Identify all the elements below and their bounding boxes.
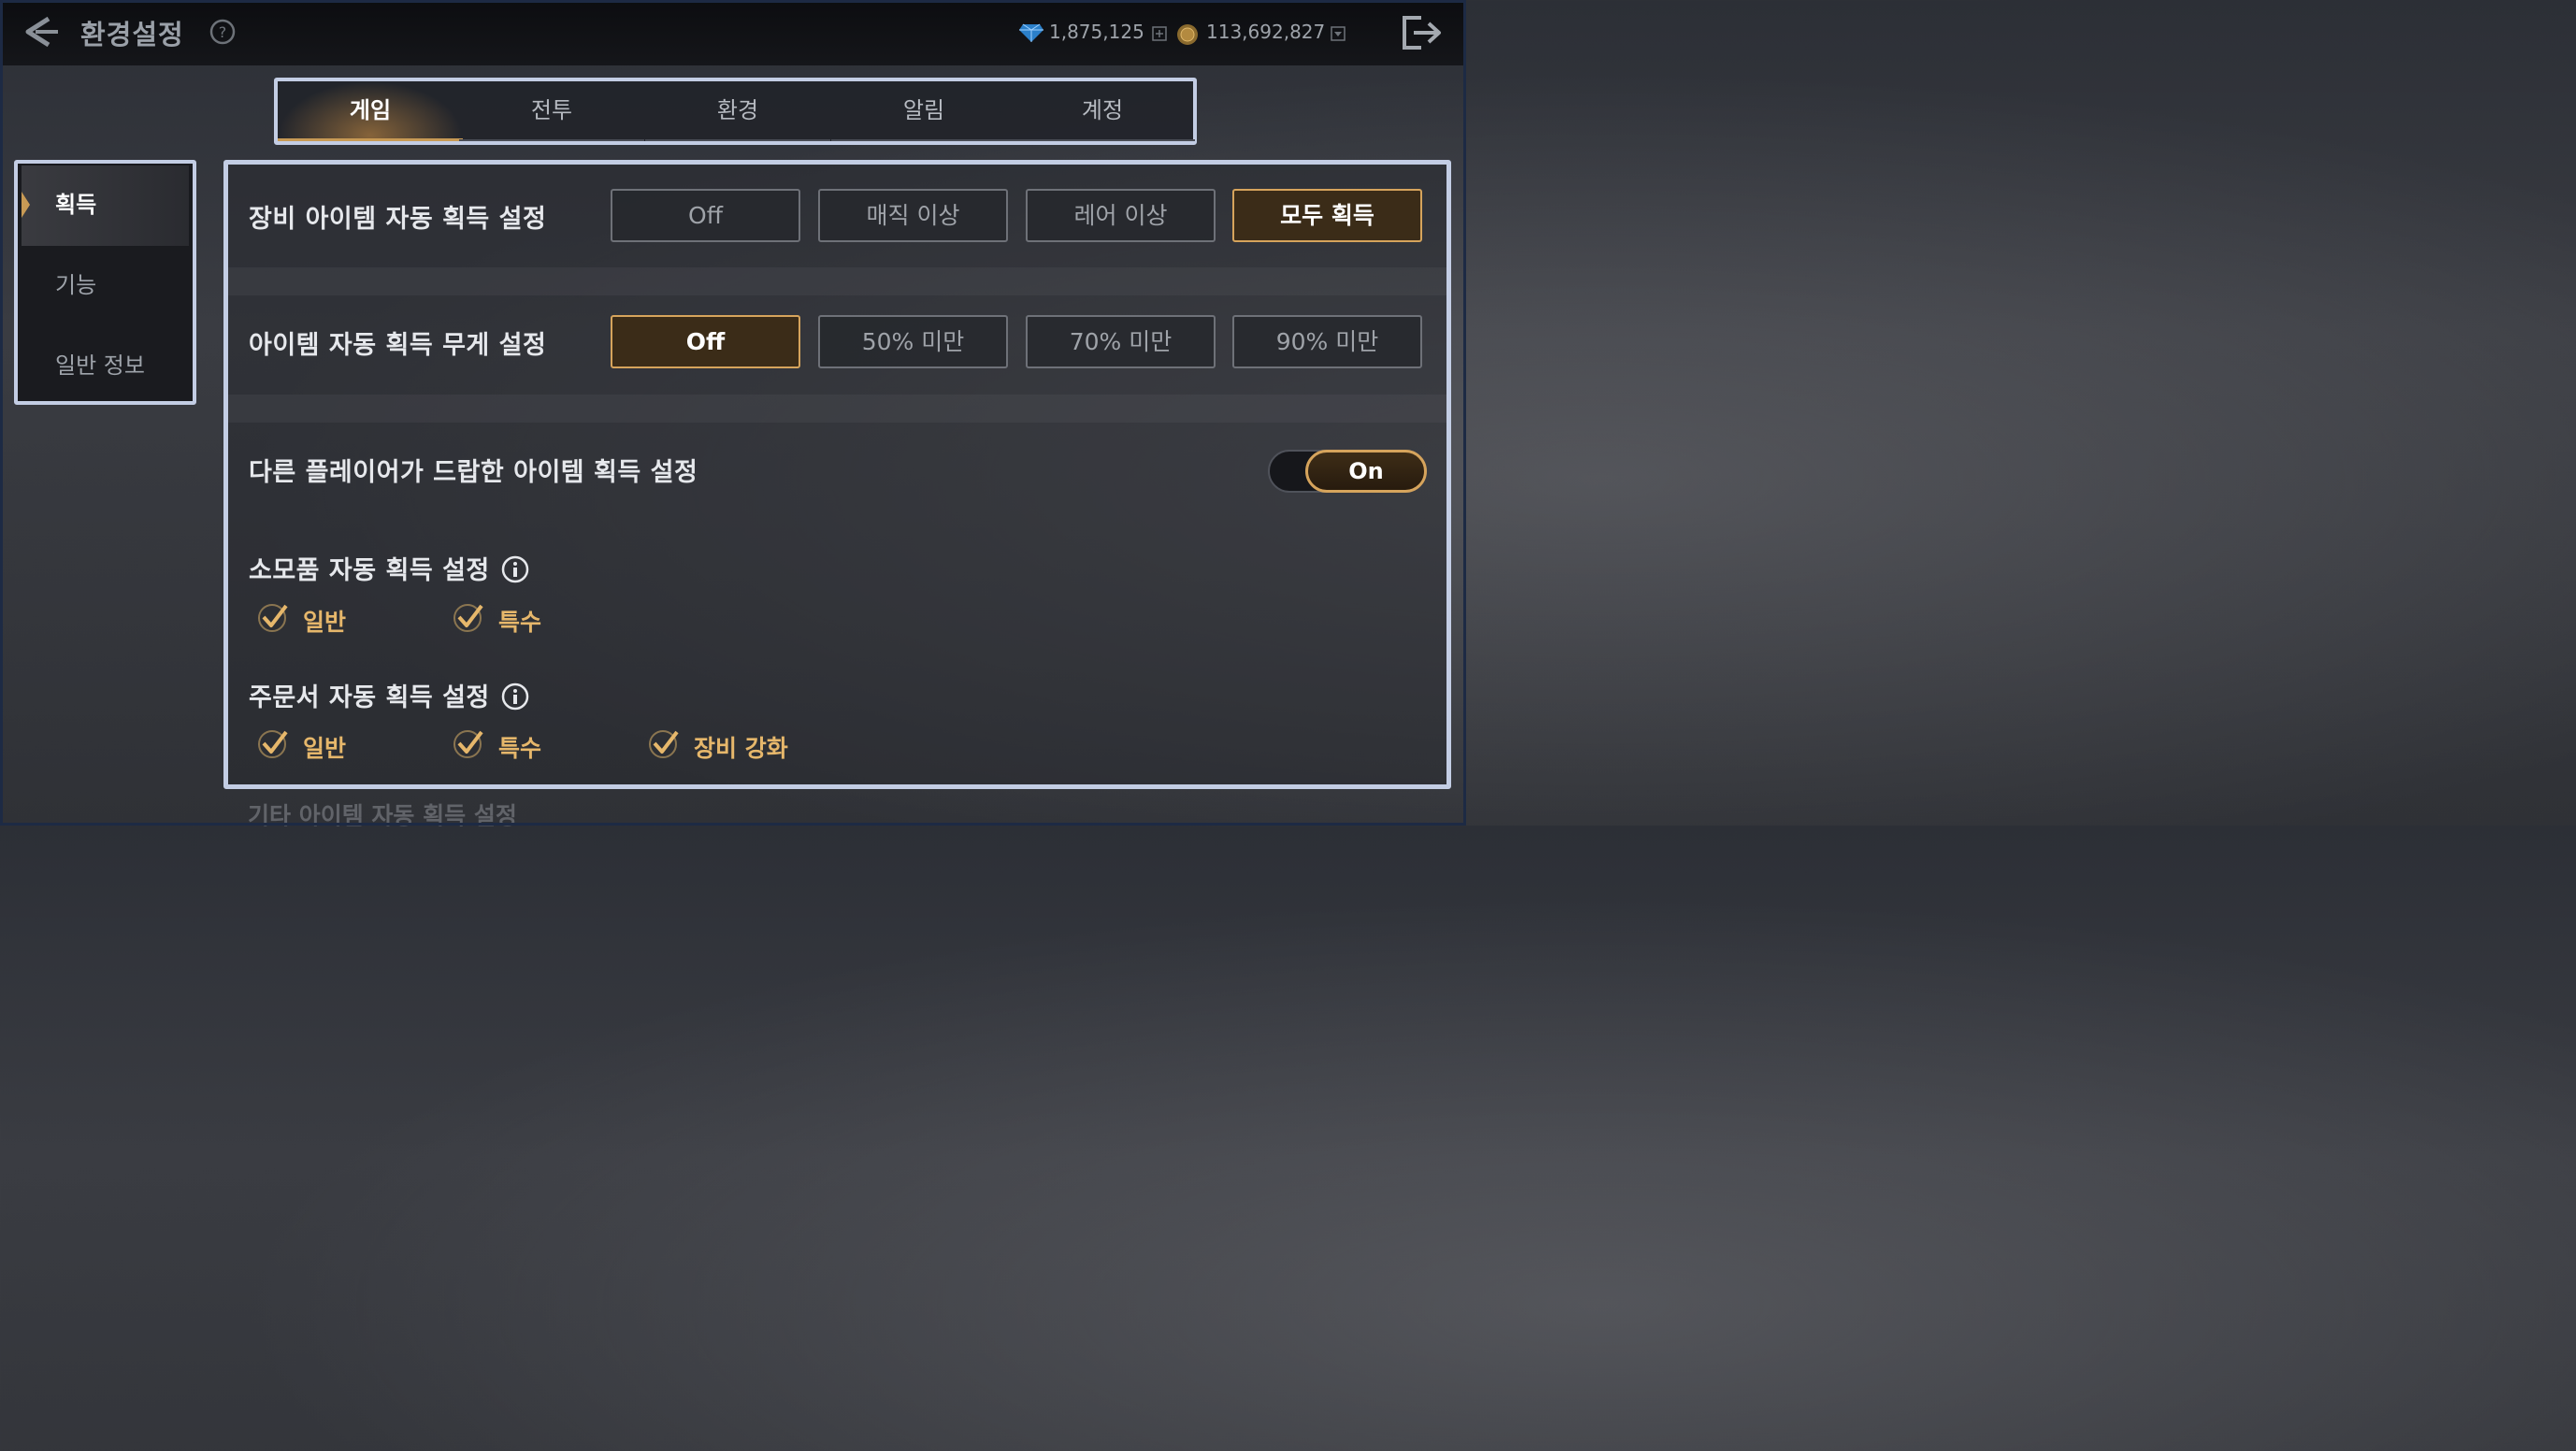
diamond-icon <box>1019 23 1043 42</box>
checkbox-label: 특수 <box>498 735 542 762</box>
checkbox-label: 장비 강화 <box>694 735 788 762</box>
sidebar-item-general-info[interactable]: 일반 정보 <box>22 326 189 407</box>
sidebar: 획득 기능 일반 정보 <box>14 160 196 405</box>
tab-bar: 게임 전투 환경 알림 계정 <box>274 78 1197 145</box>
equipment-option-off[interactable]: Off <box>611 189 800 242</box>
exit-icon[interactable] <box>1401 15 1444 50</box>
checkbox-label: 특수 <box>498 609 542 636</box>
check-icon <box>258 730 288 758</box>
check-icon <box>453 604 483 632</box>
sidebar-item-features[interactable]: 기능 <box>22 246 189 326</box>
top-bar: 환경설정 ? 1,875,125 113,692,827 <box>0 0 1466 65</box>
scroll-normal-checkbox[interactable]: 일반 <box>256 726 396 764</box>
info-icon[interactable] <box>501 682 529 711</box>
dropped-item-label: 다른 플레이어가 드랍한 아이템 획득 설정 <box>249 458 698 487</box>
weight-auto-acquire-label: 아이템 자동 획득 무게 설정 <box>249 331 547 360</box>
dropdown-icon[interactable] <box>1331 26 1346 41</box>
info-icon[interactable] <box>501 555 529 583</box>
other-auto-acquire-label: 기타 아이템 자동 획득 설정 <box>248 802 517 829</box>
row-divider <box>228 395 1446 423</box>
scroll-auto-acquire-label: 주문서 자동 획득 설정 <box>249 683 490 712</box>
tab-environment[interactable]: 환경 <box>645 81 830 141</box>
check-icon <box>649 730 679 758</box>
back-arrow-icon[interactable] <box>21 13 62 50</box>
weight-option-90[interactable]: 90% 미만 <box>1232 315 1422 368</box>
consumable-auto-acquire-label: 소모품 자동 획득 설정 <box>249 556 490 585</box>
scroll-special-checkbox[interactable]: 특수 <box>452 726 592 764</box>
tab-notification[interactable]: 알림 <box>831 81 1016 141</box>
consumable-normal-checkbox[interactable]: 일반 <box>256 600 396 638</box>
consumable-special-checkbox[interactable]: 특수 <box>452 600 592 638</box>
help-icon[interactable]: ? <box>209 19 236 45</box>
checkbox-label: 일반 <box>303 735 347 762</box>
gem-balance: 1,875,125 <box>1049 21 1144 43</box>
equipment-option-magic[interactable]: 매직 이상 <box>818 189 1008 242</box>
checkbox-label: 일반 <box>303 609 347 636</box>
tab-game[interactable]: 게임 <box>278 81 463 141</box>
equipment-auto-acquire-label: 장비 아이템 자동 획득 설정 <box>249 205 547 234</box>
settings-panel: 장비 아이템 자동 획득 설정 Off 매직 이상 레어 이상 모두 획득 아이… <box>223 160 1451 789</box>
sidebar-item-acquire[interactable]: 획득 <box>22 165 189 246</box>
tab-account[interactable]: 계정 <box>1010 81 1195 141</box>
coin-balance: 113,692,827 <box>1206 21 1326 43</box>
scroll-enhance-checkbox[interactable]: 장비 강화 <box>647 726 834 764</box>
dropped-item-toggle[interactable]: On <box>1268 450 1427 493</box>
toggle-state: On <box>1305 450 1427 493</box>
gold-coin-icon <box>1177 24 1198 45</box>
row-divider <box>228 267 1446 295</box>
equipment-option-rare[interactable]: 레어 이상 <box>1026 189 1216 242</box>
page-title: 환경설정 <box>80 19 184 50</box>
svg-text:?: ? <box>219 23 227 41</box>
check-icon <box>453 730 483 758</box>
weight-option-off[interactable]: Off <box>611 315 800 368</box>
weight-option-50[interactable]: 50% 미만 <box>818 315 1008 368</box>
tab-combat[interactable]: 전투 <box>459 81 644 141</box>
equipment-option-all[interactable]: 모두 획득 <box>1232 189 1422 242</box>
check-icon <box>258 604 288 632</box>
weight-option-70[interactable]: 70% 미만 <box>1026 315 1216 368</box>
add-gem-icon[interactable] <box>1152 26 1167 41</box>
